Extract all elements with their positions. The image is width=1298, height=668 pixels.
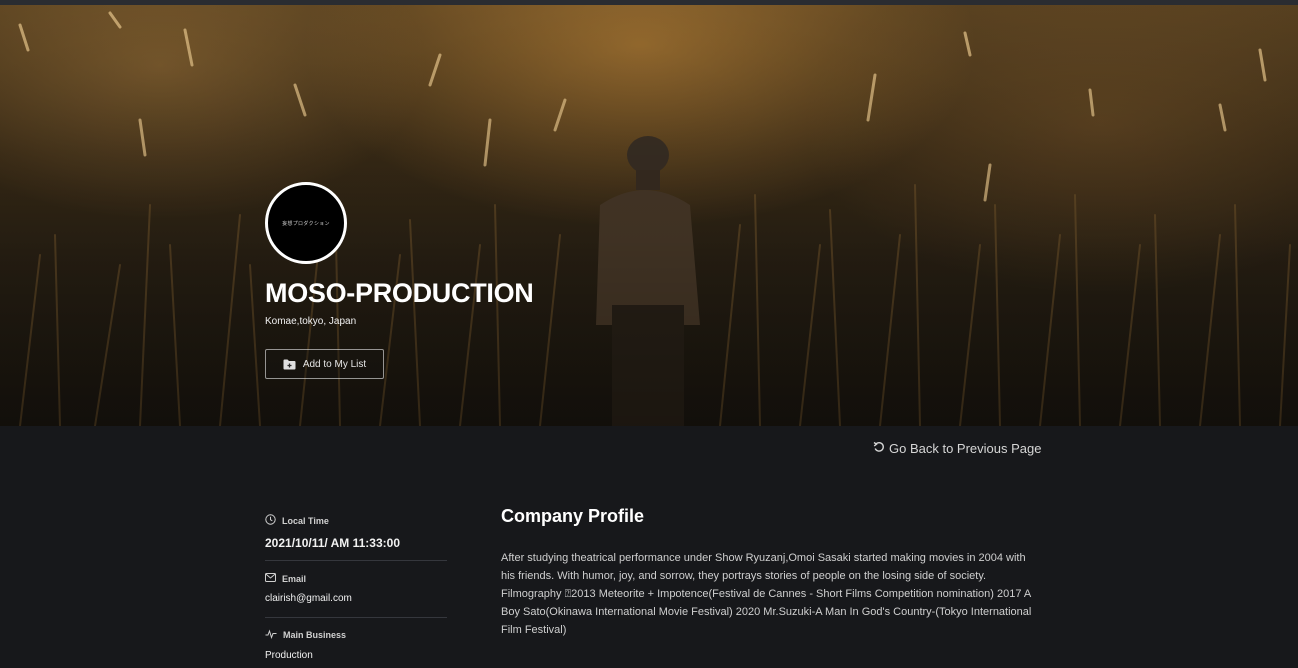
- main-business-label: Main Business: [283, 630, 347, 640]
- mail-icon: [265, 573, 276, 584]
- pulse-icon: [265, 629, 277, 641]
- add-to-my-list-label: Add to My List: [302, 358, 367, 370]
- email-value[interactable]: clairish@gmail.com: [265, 593, 447, 604]
- undo-arrow-icon: [873, 441, 885, 456]
- main-business-value: Production: [265, 650, 313, 661]
- company-profile-title: Company Profile: [501, 506, 645, 526]
- company-name: MOSO-PRODUCTION: [265, 278, 534, 308]
- company-avatar: 妄想プロダクション: [265, 182, 347, 264]
- avatar-text: 妄想プロダクション: [282, 220, 330, 227]
- email-label-row: Email: [265, 573, 447, 584]
- email-block: Email clairish@gmail.com: [265, 573, 447, 604]
- local-time-value: 2021/10/11/ AM 11:33:00: [265, 536, 400, 550]
- add-to-my-list-button[interactable]: Add to My List: [265, 349, 384, 379]
- main-business-block: Main Business Production: [265, 629, 447, 661]
- company-profile-description: After studying theatrical performance un…: [501, 552, 1032, 636]
- local-time-label-row: Local Time: [265, 514, 447, 527]
- email-label: Email: [282, 573, 307, 584]
- go-back-link[interactable]: Go Back to Previous Page: [873, 441, 1041, 456]
- local-time-block: Local Time 2021/10/11/ AM 11:33:00: [265, 514, 447, 550]
- go-back-label: Go Back to Previous Page: [889, 441, 1042, 456]
- sidebar-divider: [265, 617, 447, 618]
- hero-overlay: [0, 5, 1298, 426]
- company-location: Komae,tokyo, Japan: [265, 316, 357, 327]
- main-business-label-row: Main Business: [265, 629, 447, 641]
- clock-icon: [265, 514, 276, 527]
- folder-plus-icon: [283, 359, 296, 370]
- local-time-label: Local Time: [282, 515, 329, 526]
- sidebar-divider: [265, 560, 447, 561]
- hero-banner: [0, 5, 1298, 426]
